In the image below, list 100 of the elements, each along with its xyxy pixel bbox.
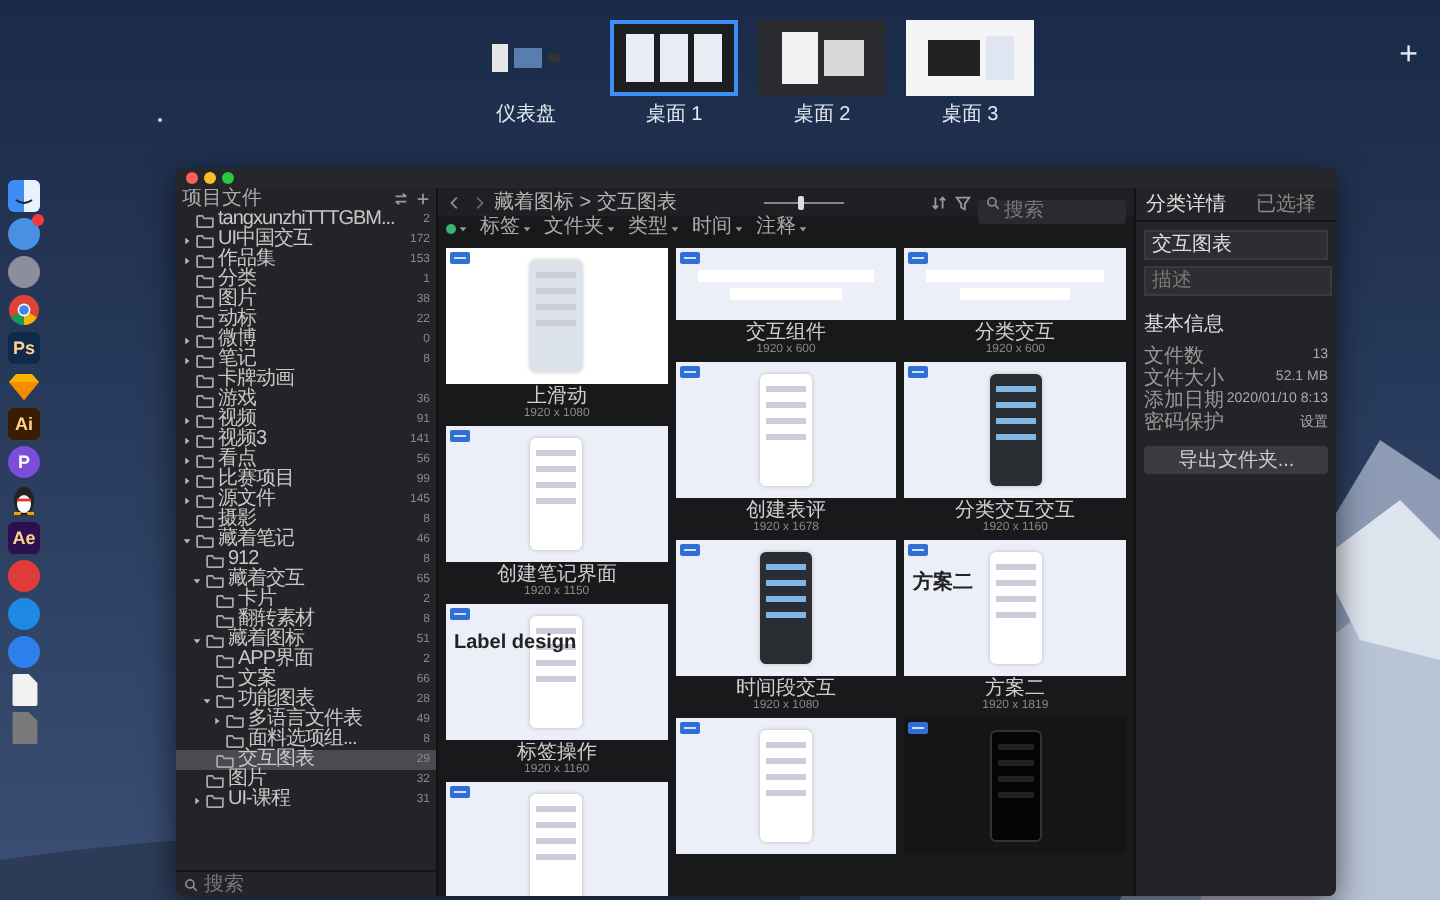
folder-icon	[216, 613, 234, 627]
file-name: 创建表评	[746, 500, 826, 522]
caret-down-icon	[522, 223, 532, 233]
file-name: 交互组件	[746, 322, 826, 344]
diamond-icon[interactable]	[8, 370, 40, 402]
caret-down-icon[interactable]	[192, 575, 202, 585]
design-thumbnail[interactable]	[675, 248, 897, 320]
export-button[interactable]: 导出文件夹...	[1144, 446, 1328, 474]
folder-icon	[196, 493, 214, 507]
caret-down-icon[interactable]	[182, 535, 192, 545]
folder-icon	[216, 673, 234, 687]
folder-icon	[196, 273, 214, 287]
folder-icon	[206, 773, 224, 787]
search-field[interactable]: 搜索	[176, 872, 436, 896]
file-tag-icon	[908, 544, 929, 556]
file-tag-icon	[908, 366, 929, 378]
folder-icon	[196, 413, 214, 427]
panel-tab[interactable]: 已选择	[1236, 188, 1336, 220]
zoom-button[interactable]	[222, 172, 234, 184]
caret-down-icon	[606, 223, 616, 233]
app-icon[interactable]: Ps	[8, 332, 40, 364]
slider-thumb[interactable]	[797, 195, 804, 209]
file-tag-icon	[450, 786, 470, 798]
file-name: 时间段交互	[736, 678, 836, 700]
caret-down-icon	[798, 223, 808, 233]
file-tag-icon	[450, 608, 470, 620]
folder-item[interactable]: 卡牌动画	[176, 370, 436, 390]
penguin-icon[interactable]	[8, 484, 40, 516]
folder-icon	[216, 693, 234, 707]
design-thumbnail[interactable]	[446, 782, 668, 896]
folder-icon	[216, 653, 234, 667]
thumbnail-heading: Label design	[454, 632, 577, 654]
design-thumbnail[interactable]	[675, 718, 897, 854]
folder-icon	[196, 293, 214, 307]
file-tag-icon	[450, 252, 470, 264]
folder-icon	[196, 473, 214, 487]
info-label: 添加日期	[1144, 387, 1224, 411]
desktop-thumbnail[interactable]	[610, 20, 738, 96]
swap-icon[interactable]	[394, 192, 408, 206]
folder-icon	[196, 253, 214, 267]
folder-icon	[196, 233, 214, 247]
file-tag-icon	[908, 252, 929, 264]
minimize-button[interactable]	[204, 172, 216, 184]
design-thumbnail[interactable]: Label design	[446, 604, 668, 740]
file-name: 分类交互	[975, 322, 1056, 344]
sort-icon[interactable]	[930, 193, 948, 211]
caret-down-icon[interactable]	[202, 695, 212, 705]
desktop-label: 仪表盘	[496, 101, 556, 128]
color-filter[interactable]	[446, 223, 468, 233]
folder-icon	[196, 433, 214, 447]
add-icon[interactable]	[416, 192, 430, 206]
folder-icon	[226, 733, 244, 747]
search-icon	[986, 195, 1000, 209]
sidebar-title: 项目文件	[182, 188, 264, 210]
add-desktop-button[interactable]: +	[1393, 40, 1424, 72]
panel-tab[interactable]: 分类详情	[1136, 188, 1236, 220]
file-name: 分类交互交互	[955, 500, 1076, 522]
design-thumbnail[interactable]	[675, 540, 897, 676]
description-field[interactable]: 描述	[1144, 266, 1332, 296]
folder-icon	[196, 213, 214, 227]
caret-right-icon[interactable]	[212, 715, 222, 725]
design-thumbnail[interactable]: 方案二	[904, 540, 1127, 676]
folder-icon	[216, 593, 234, 607]
desktop-label: 桌面 2	[793, 101, 851, 128]
folder-icon	[206, 793, 224, 807]
caret-down-icon[interactable]	[192, 635, 202, 645]
breadcrumb: 藏着图标 > 交互图表	[494, 189, 677, 215]
finder-icon[interactable]	[8, 180, 40, 212]
design-thumbnail[interactable]	[904, 362, 1127, 498]
design-thumbnail[interactable]	[446, 248, 668, 384]
desktop-label: 桌面 1	[645, 101, 703, 128]
file-tag-icon	[679, 366, 700, 378]
name-field[interactable]: 交互图表	[1144, 230, 1328, 260]
app-icon[interactable]: Ai	[8, 408, 40, 440]
browser-icon[interactable]	[8, 294, 40, 326]
filter-dropdown[interactable]: 注释	[756, 216, 808, 240]
file-name: 创建笔记界面	[496, 564, 617, 586]
file-tag-icon	[908, 722, 929, 734]
app-icon[interactable]: Ae	[8, 522, 40, 554]
folder-icon	[206, 573, 224, 587]
design-thumbnail[interactable]	[904, 248, 1127, 320]
design-thumbnail[interactable]	[904, 718, 1127, 854]
folder-icon	[196, 533, 214, 547]
caret-down-icon	[458, 223, 468, 233]
desktop-thumbnail[interactable]	[758, 20, 886, 96]
close-button[interactable]	[186, 172, 198, 184]
filter-dropdown[interactable]: 类型	[628, 216, 680, 240]
design-thumbnail[interactable]	[675, 362, 897, 498]
filter-dropdown[interactable]: 时间	[692, 216, 744, 240]
design-thumbnail[interactable]	[446, 426, 668, 562]
desktop-thumbnail[interactable]	[906, 20, 1034, 96]
file-tag-icon	[450, 430, 470, 442]
search-field[interactable]: 搜索	[978, 199, 1126, 223]
filter-dropdown[interactable]: 标签	[480, 216, 532, 240]
filter-icon[interactable]	[954, 193, 972, 211]
folder-icon	[196, 393, 214, 407]
folder-icon	[226, 713, 244, 727]
caret-right-icon[interactable]	[192, 795, 202, 805]
filter-dropdown[interactable]: 文件夹	[544, 216, 616, 240]
info-label: 文件大小	[1144, 365, 1224, 389]
